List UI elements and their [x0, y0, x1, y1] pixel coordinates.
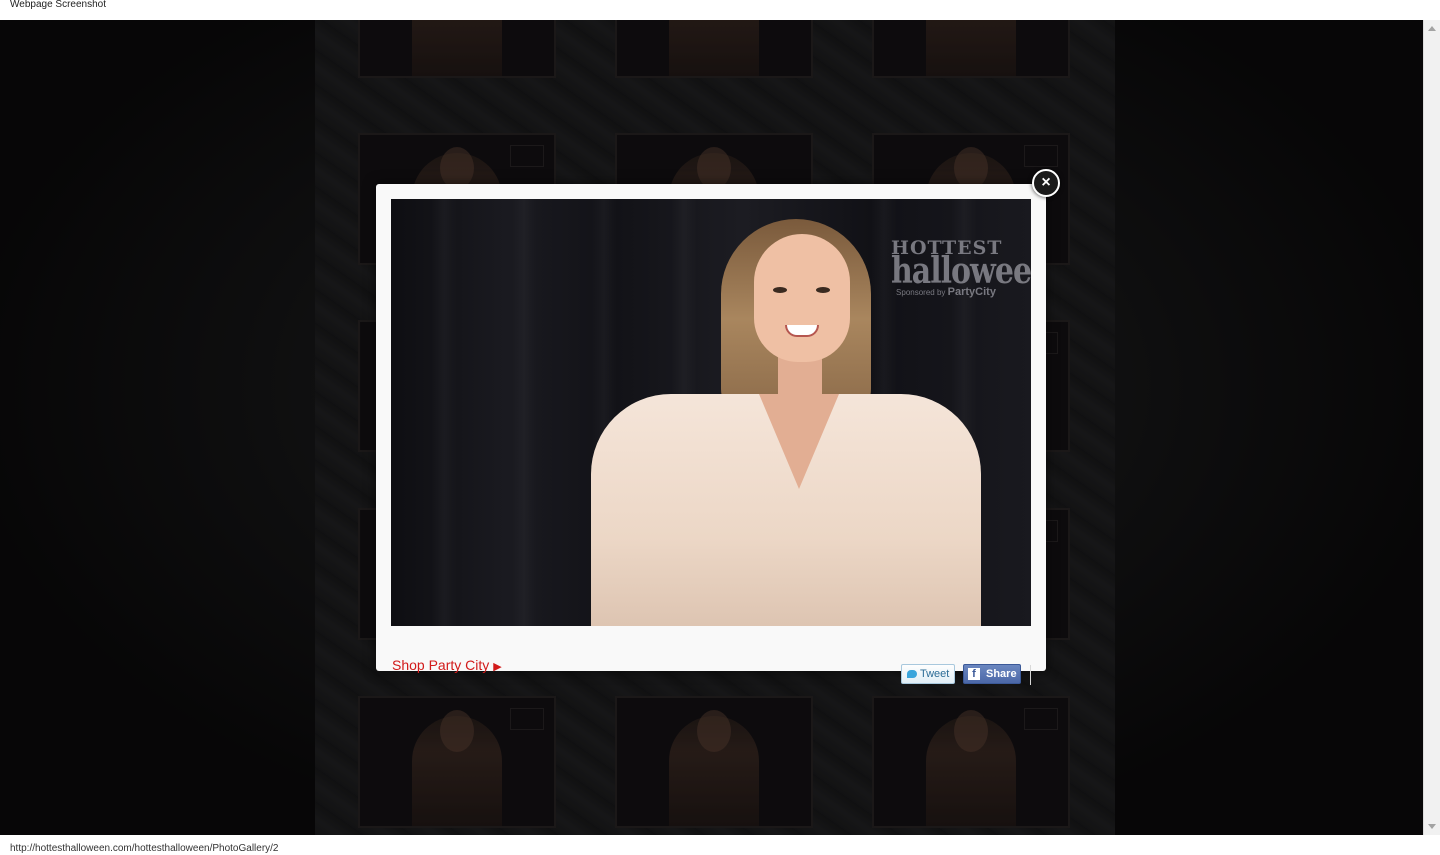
tweet-button[interactable]: Tweet [901, 664, 955, 684]
window-caption: Webpage Screenshot [0, 0, 1440, 20]
status-bar-url: http://hottesthalloween.com/hottesthallo… [0, 835, 1440, 855]
arrow-right-icon: ▶ [493, 661, 502, 673]
facebook-share-button[interactable]: f Share [963, 664, 1021, 684]
scroll-down-icon[interactable] [1428, 824, 1436, 829]
shop-party-city-link[interactable]: Shop Party City ▶ [392, 657, 502, 673]
hottest-halloween-watermark: HOTTEST halloween Sponsored by PartyCity [891, 237, 1031, 299]
facebook-icon: f [968, 668, 980, 681]
scroll-up-icon[interactable] [1428, 26, 1436, 31]
twitter-bird-icon [907, 670, 917, 679]
close-icon[interactable]: × [1032, 169, 1060, 197]
gallery-photo: HOTTEST halloween Sponsored by PartyCity [391, 199, 1031, 626]
divider [1030, 665, 1031, 685]
vertical-scrollbar[interactable] [1423, 20, 1440, 835]
photo-lightbox: HOTTEST halloween Sponsored by PartyCity… [376, 184, 1046, 685]
